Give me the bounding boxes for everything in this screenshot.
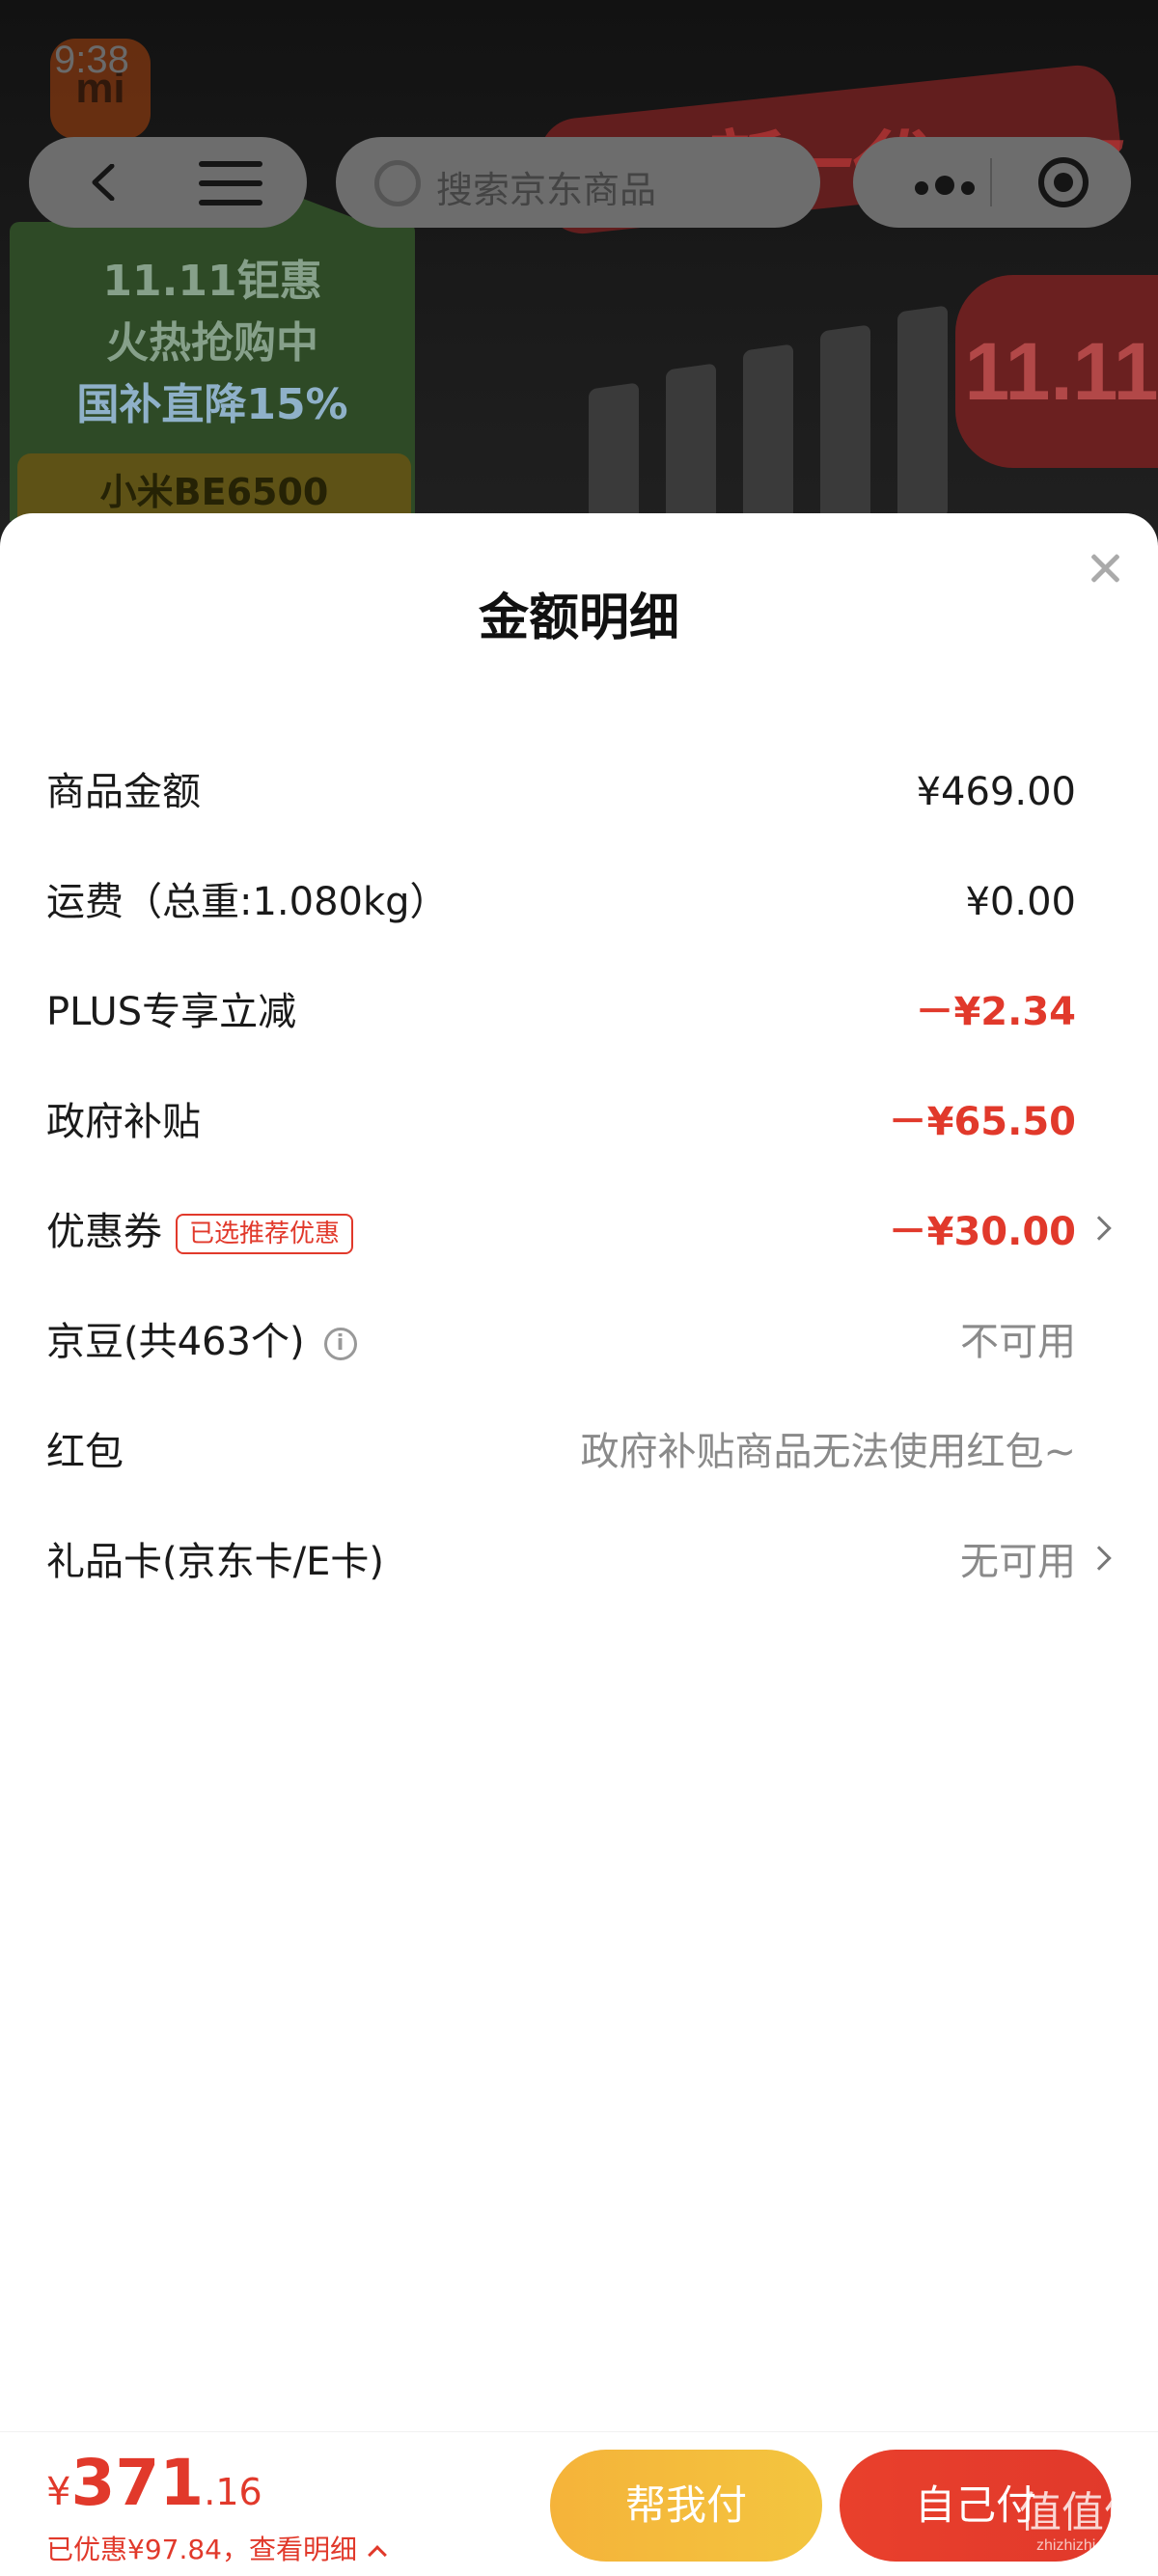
close-miniapp-icon[interactable] bbox=[1038, 157, 1089, 207]
chevron-up-icon bbox=[368, 2545, 387, 2564]
row-label: 优惠券 bbox=[46, 1210, 162, 1254]
row-goods-amount: 商品金额 ¥469.00 bbox=[0, 737, 1158, 847]
promo-line-2: 火热抢购中 bbox=[106, 318, 318, 368]
row-value: －¥2.34 bbox=[915, 990, 1076, 1034]
site-watermark: 值值值 zhizhizhi.com bbox=[1015, 2489, 1150, 2555]
row-label: 红包 bbox=[46, 1430, 124, 1474]
row-label: PLUS专享立减 bbox=[46, 990, 297, 1034]
row-label: 京豆(共463个) bbox=[46, 1320, 305, 1364]
total-decimal: .16 bbox=[204, 2471, 262, 2513]
nav-capsule-right bbox=[853, 137, 1131, 228]
row-label: 商品金额 bbox=[46, 770, 201, 814]
more-dots-icon[interactable] bbox=[915, 176, 981, 199]
row-coupon[interactable]: 优惠券 已选推荐优惠 －¥30.00 bbox=[0, 1177, 1158, 1287]
watermark-sub: zhizhizhi.com bbox=[1035, 2537, 1130, 2554]
watermark-text: 值值值 bbox=[1019, 2489, 1146, 2536]
row-value: ¥469.00 bbox=[916, 770, 1076, 814]
chevron-right-icon bbox=[1087, 1216, 1112, 1241]
background-page: 新一代WiFi7 mi 9:38 11.11钜惠 火热抢购中 国补直降15% 小… bbox=[0, 0, 1158, 540]
amount-detail-sheet: 金额明细 商品金额 ¥469.00 运费（总重:1.080kg） ¥0.00 P… bbox=[0, 513, 1158, 2576]
amount-list: 商品金额 ¥469.00 运费（总重:1.080kg） ¥0.00 PLUS专享… bbox=[0, 737, 1158, 1617]
promo-line-3: 国补直降15% bbox=[76, 380, 348, 429]
row-value: 无可用 bbox=[960, 1540, 1076, 1584]
capsule-divider bbox=[990, 158, 992, 206]
promo-line-1: 11.11钜惠 bbox=[102, 257, 322, 306]
saved-text: 已优惠¥97.84，查看明细 bbox=[46, 2534, 357, 2565]
row-label-wrap: 优惠券 已选推荐优惠 bbox=[46, 1177, 354, 1287]
total-integer: 371 bbox=[70, 2446, 205, 2520]
currency-symbol: ¥ bbox=[46, 2470, 71, 2514]
row-label-wrap: 京豆(共463个) i bbox=[46, 1287, 357, 1397]
menu-icon[interactable] bbox=[199, 161, 262, 206]
total-amount: ¥371.16 bbox=[46, 2446, 262, 2520]
help-pay-button[interactable]: 帮我付 bbox=[550, 2450, 822, 2562]
search-icon bbox=[374, 160, 421, 206]
payment-bar: ¥371.16 已优惠¥97.84，查看明细 帮我付 自己付 bbox=[0, 2431, 1158, 2576]
row-value: －¥65.50 bbox=[888, 1100, 1076, 1144]
row-label: 政府补贴 bbox=[46, 1100, 201, 1144]
row-value: －¥30.00 bbox=[888, 1210, 1076, 1254]
corner-badge: 11.11 bbox=[955, 275, 1158, 468]
promo-lines: 11.11钜惠 火热抢购中 国补直降15% bbox=[39, 251, 386, 436]
recommend-tag: 已选推荐优惠 bbox=[176, 1214, 354, 1254]
nav-capsule-left bbox=[29, 137, 307, 228]
row-gov-subsidy: 政府补贴 －¥65.50 bbox=[0, 1067, 1158, 1177]
search-placeholder: 搜索京东商品 bbox=[436, 169, 657, 211]
row-label: 运费（总重:1.080kg） bbox=[46, 880, 449, 924]
search-bar[interactable]: 搜索京东商品 bbox=[336, 137, 820, 228]
chevron-right-icon bbox=[1087, 1546, 1112, 1571]
row-red-packet: 红包 政府补贴商品无法使用红包~ bbox=[0, 1397, 1158, 1507]
status-time: 9:38 bbox=[54, 39, 129, 81]
back-arrow-icon[interactable] bbox=[87, 164, 124, 201]
row-value: 政府补贴商品无法使用红包~ bbox=[580, 1430, 1076, 1474]
row-jingdou: 京豆(共463个) i 不可用 bbox=[0, 1287, 1158, 1397]
row-gift-card[interactable]: 礼品卡(京东卡/E卡) 无可用 bbox=[0, 1507, 1158, 1617]
row-value: ¥0.00 bbox=[965, 880, 1076, 924]
row-plus-discount: PLUS专享立减 －¥2.34 bbox=[0, 957, 1158, 1067]
sheet-title: 金额明细 bbox=[478, 589, 679, 647]
row-shipping: 运费（总重:1.080kg） ¥0.00 bbox=[0, 847, 1158, 957]
info-icon[interactable]: i bbox=[323, 1328, 357, 1360]
row-label: 礼品卡(京东卡/E卡) bbox=[46, 1540, 384, 1584]
saved-detail-link[interactable]: 已优惠¥97.84，查看明细 bbox=[46, 2529, 387, 2567]
row-value: 不可用 bbox=[960, 1320, 1076, 1364]
